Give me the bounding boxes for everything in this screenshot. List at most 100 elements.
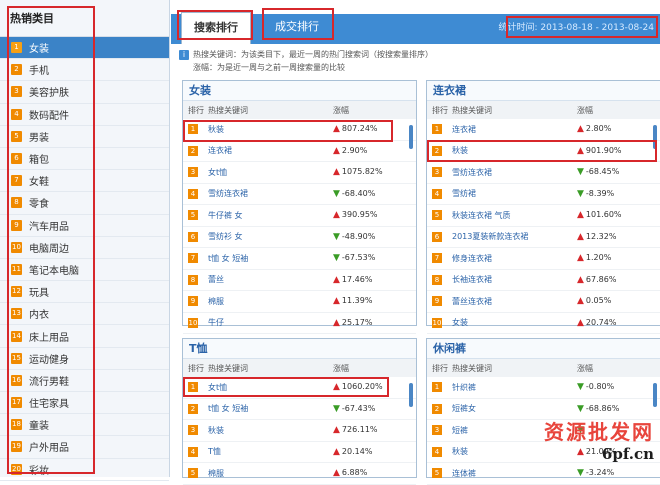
keyword-link[interactable]: 雪纺衫 女 xyxy=(208,231,333,242)
table-row: 5 连体裤 ▼ -3.24% xyxy=(427,463,660,485)
category-item[interactable]: 2 手机 xyxy=(0,59,169,82)
rank-badge: 7 xyxy=(11,175,22,187)
keyword-link[interactable]: 连衣裙 xyxy=(208,145,333,156)
rank-badge: 1 xyxy=(432,382,442,393)
tab-search-ranking[interactable]: 搜索排行 xyxy=(181,12,251,44)
arrow-down-icon: ▼ xyxy=(333,403,340,414)
category-label: 户外用品 xyxy=(29,443,69,455)
category-item[interactable]: 18 童装 xyxy=(0,414,169,437)
category-item[interactable]: 14 床上用品 xyxy=(0,325,169,348)
category-label: 彩妆 xyxy=(29,465,49,477)
keyword-link[interactable]: 秋装 xyxy=(452,145,577,156)
category-item[interactable]: 8 零食 xyxy=(0,192,169,215)
category-item[interactable]: 5 男装 xyxy=(0,126,169,148)
category-item[interactable]: 11 笔记本电脑 xyxy=(0,259,169,282)
category-item[interactable]: 4 数码配件 xyxy=(0,104,169,126)
category-item[interactable]: 19 户外用品 xyxy=(0,436,169,459)
keyword-link[interactable]: 雪纺连衣裙 xyxy=(208,188,333,199)
col-rank: 排行 xyxy=(432,105,448,115)
rank-badge: 14 xyxy=(11,330,22,342)
table-row: 7 修身连衣裙 ▲ 1.20% xyxy=(427,248,660,270)
table-row: 1 针织裤 ▼ -0.80% xyxy=(427,377,660,399)
tab-label: 搜索排行 xyxy=(194,21,238,34)
col-keyword: 热搜关键词 xyxy=(208,363,248,373)
keyword-link[interactable]: 短裤女 xyxy=(452,403,577,414)
rank-badge: 19 xyxy=(11,441,22,453)
arrow-up-icon: ▲ xyxy=(577,210,584,221)
category-item[interactable]: 16 流行男鞋 xyxy=(0,370,169,392)
category-item[interactable]: 12 玩具 xyxy=(0,281,169,304)
table-row: 7 t恤 女 短袖 ▼ -67.53% xyxy=(183,248,416,270)
col-rank: 排行 xyxy=(188,363,204,373)
category-item[interactable]: 10 电脑周边 xyxy=(0,237,169,259)
rank-badge: 13 xyxy=(11,308,22,320)
category-sidebar: 热销类目 1 女装 2 手机 3 美容护肤 4 数码配件 5 男装 6 箱包 7 女鞋 8 零食 9 汽车用品 10… xyxy=(0,0,170,481)
change-value: 6.88% xyxy=(341,468,368,478)
table-row: 3 女t恤 ▲ 1075.82% xyxy=(183,162,416,184)
category-item[interactable]: 3 美容护肤 xyxy=(0,81,169,104)
keyword-link[interactable]: 连体裤 xyxy=(452,468,577,479)
category-label: 箱包 xyxy=(29,155,49,167)
rank-badge: 4 xyxy=(11,108,22,120)
keyword-link[interactable]: t恤 女 短袖 xyxy=(208,253,333,264)
category-item[interactable]: 7 女鞋 xyxy=(0,170,169,193)
keyword-link[interactable]: t恤 女 短袖 xyxy=(208,403,333,414)
category-item[interactable]: 9 汽车用品 xyxy=(0,215,169,237)
rank-badge: 3 xyxy=(11,86,22,98)
rank-badge: 5 xyxy=(432,210,442,221)
keyword-link[interactable]: 牛仔裤 女 xyxy=(208,210,333,221)
keyword-link[interactable]: T恤 xyxy=(208,446,333,457)
keyword-link[interactable]: 秋装连衣裙 气质 xyxy=(452,210,577,221)
keyword-link[interactable]: 女t恤 xyxy=(208,382,333,393)
keyword-link[interactable]: 棉服 xyxy=(208,468,333,479)
category-item[interactable]: 6 箱包 xyxy=(0,148,169,171)
keyword-link[interactable]: 蕾丝连衣裙 xyxy=(452,296,577,307)
rank-badge: 20 xyxy=(11,463,22,475)
table-row: 5 秋装连衣裙 气质 ▲ 101.60% xyxy=(427,205,660,227)
category-label: 床上用品 xyxy=(29,332,69,344)
table-row: 10 牛仔 ▲ 25.17% xyxy=(183,313,416,334)
category-item[interactable]: 13 内衣 xyxy=(0,303,169,326)
change-value: -68.86% xyxy=(585,403,620,413)
keyword-link[interactable]: 连衣裙 xyxy=(452,124,577,135)
tab-label: 成交排行 xyxy=(275,20,319,33)
keyword-link[interactable]: 蕾丝 xyxy=(208,274,333,285)
change-value: 1.20% xyxy=(585,253,612,263)
keyword-link[interactable]: 2013夏装新款连衣裙 xyxy=(452,231,577,242)
keyword-link[interactable]: 女t恤 xyxy=(208,167,333,178)
arrow-up-icon: ▲ xyxy=(577,145,584,156)
category-item[interactable]: 15 运动健身 xyxy=(0,348,169,370)
keyword-link[interactable]: 秋装 xyxy=(208,425,333,436)
main-content: 搜索排行 成交排行 统计时间: 2013-08-18 - 2013-08-24 … xyxy=(171,0,660,485)
category-label: 女鞋 xyxy=(29,177,49,189)
keyword-link[interactable]: 雪纺连衣裙 xyxy=(452,167,577,178)
table-row: 1 连衣裙 ▲ 2.80% xyxy=(427,119,660,141)
keyword-link[interactable]: 秋装 xyxy=(208,124,333,135)
arrow-down-icon: ▼ xyxy=(577,403,584,414)
col-rank: 排行 xyxy=(188,105,204,115)
keyword-link[interactable]: 长袖连衣裙 xyxy=(452,274,577,285)
scrollbar[interactable] xyxy=(409,383,413,407)
rank-badge: 4 xyxy=(188,446,198,457)
scrollbar[interactable] xyxy=(409,125,413,149)
table-row: 4 雪纺连衣裙 ▼ -68.40% xyxy=(183,184,416,205)
rank-badge: 3 xyxy=(432,167,442,178)
arrow-up-icon: ▲ xyxy=(333,145,340,156)
keyword-link[interactable]: 女装 xyxy=(452,317,577,328)
arrow-down-icon: ▼ xyxy=(577,188,584,199)
scrollbar[interactable] xyxy=(653,383,657,407)
category-item[interactable]: 17 住宅家具 xyxy=(0,392,169,415)
table-header: 排行 热搜关键词 涨幅 xyxy=(427,359,660,377)
arrow-up-icon: ▲ xyxy=(577,124,584,135)
keyword-link[interactable]: 针织裤 xyxy=(452,382,577,393)
scrollbar[interactable] xyxy=(653,125,657,149)
keyword-link[interactable]: 牛仔 xyxy=(208,317,333,328)
keyword-link[interactable]: 棉服 xyxy=(208,296,333,307)
keyword-link[interactable]: 雪纺裙 xyxy=(452,188,577,199)
rank-badge: 8 xyxy=(432,274,442,285)
category-item[interactable]: 1 女装 xyxy=(0,37,169,60)
tab-sales-ranking[interactable]: 成交排行 xyxy=(263,12,331,44)
category-label: 手机 xyxy=(29,66,49,78)
keyword-link[interactable]: 修身连衣裙 xyxy=(452,253,577,264)
category-item[interactable]: 20 彩妆 xyxy=(0,459,169,481)
